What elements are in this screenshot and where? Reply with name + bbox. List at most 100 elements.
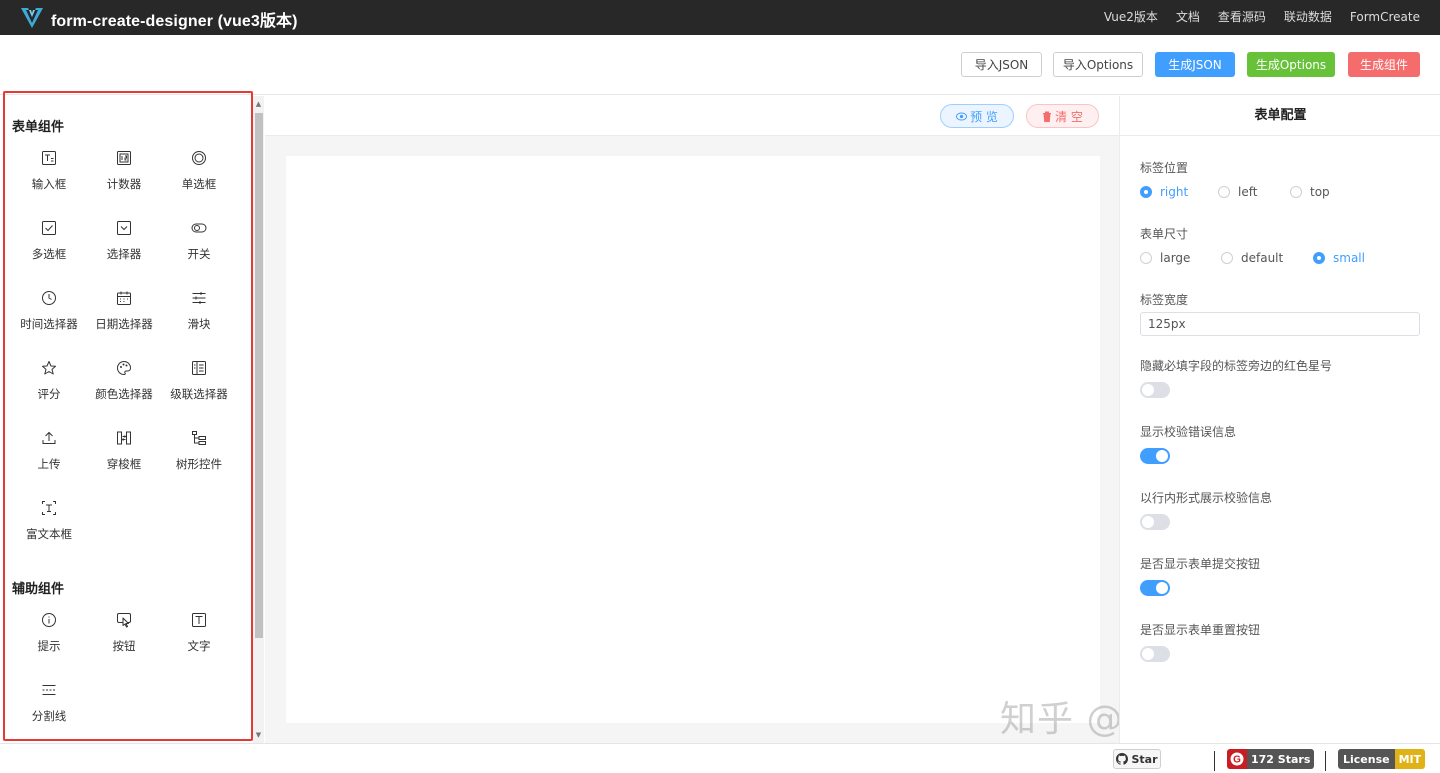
palette-item-label: 多选框: [31, 247, 67, 261]
clock-icon: [42, 291, 56, 305]
show-submit-button-switch[interactable]: [1140, 580, 1170, 596]
nav-view-source[interactable]: 查看源码: [1218, 0, 1266, 35]
nav-vue2-version[interactable]: Vue2版本: [1104, 0, 1158, 35]
palette-item-rate[interactable]: 评分: [11, 360, 87, 416]
radio-label: left: [1238, 185, 1258, 199]
palette-item-transfer[interactable]: 穿梭框: [86, 430, 162, 486]
cascader-icon: [192, 361, 206, 375]
license-value: MIT: [1394, 749, 1426, 769]
palette-item-counter[interactable]: 计数器: [86, 150, 162, 206]
switch-knob: [1156, 582, 1168, 594]
palette-item-label: 分割线: [31, 709, 67, 723]
license-badge[interactable]: License MIT: [1338, 749, 1426, 769]
stars-count-badge[interactable]: G 172 Stars: [1227, 749, 1315, 769]
inline-validation-message-label: 以行内形式展示校验信息: [1140, 491, 1273, 505]
label-position-radio-left[interactable]: left: [1218, 185, 1257, 199]
checkbox-icon: [42, 221, 56, 235]
palette-item-divider[interactable]: 分割线: [11, 682, 87, 738]
palette-item-checkbox[interactable]: 多选框: [11, 220, 87, 276]
palette-item-alert[interactable]: 提示: [11, 612, 87, 668]
palette-item-switch[interactable]: 开关: [161, 220, 237, 276]
palette-item-label: 选择器: [106, 247, 142, 261]
show-validation-error-label: 显示校验错误信息: [1140, 425, 1237, 439]
form-size-radio-default[interactable]: default: [1221, 251, 1283, 265]
footer-bar: Star G 172 Stars License MIT: [0, 743, 1440, 773]
palette-item-cascader[interactable]: 级联选择器: [161, 360, 237, 416]
app-title: form-create-designer (vue3版本): [51, 13, 298, 30]
top-bar: form-create-designer (vue3版本) Vue2版本 文档 …: [0, 0, 1440, 35]
label-position-radio-top[interactable]: top: [1290, 185, 1330, 199]
import-options-button[interactable]: 导入Options: [1053, 52, 1143, 77]
scroll-down-icon[interactable]: ▼: [253, 729, 264, 741]
palette-item-upload[interactable]: 上传: [11, 430, 87, 486]
nav-formcreate[interactable]: FormCreate: [1350, 0, 1420, 35]
hide-required-asterisk-switch[interactable]: [1140, 382, 1170, 398]
github-icon: [1116, 753, 1129, 765]
clear-label: 清 空: [1055, 109, 1083, 124]
button-icon: [117, 613, 131, 628]
nav-docs[interactable]: 文档: [1176, 0, 1200, 35]
input-icon: [42, 151, 56, 165]
show-reset-button-label: 是否显示表单重置按钮: [1140, 623, 1261, 637]
form-config-title: 表单配置: [1120, 96, 1440, 136]
counter-icon: [117, 151, 131, 165]
switch-knob: [1156, 450, 1168, 462]
nav-linkage-data[interactable]: 联动数据: [1284, 0, 1332, 35]
palette-item-time-picker[interactable]: 时间选择器: [11, 290, 87, 346]
design-area-header: 预 览 清 空: [265, 96, 1119, 136]
palette-item-button[interactable]: 按钮: [86, 612, 162, 668]
palette-item-rich-text[interactable]: 富文本框: [11, 500, 87, 556]
preview-label: 预 览: [970, 109, 998, 124]
form-size-radio-large[interactable]: large: [1140, 251, 1190, 265]
palette-scrollbar-thumb[interactable]: [255, 113, 263, 638]
palette-item-radio[interactable]: 单选框: [161, 150, 237, 206]
github-star-button[interactable]: Star: [1113, 749, 1161, 769]
generate-json-button[interactable]: 生成JSON: [1155, 52, 1235, 77]
show-validation-error-switch[interactable]: [1140, 448, 1170, 464]
top-nav: Vue2版本 文档 查看源码 联动数据 FormCreate: [1104, 0, 1440, 35]
clear-button[interactable]: 清 空: [1026, 104, 1099, 128]
upload-icon: [42, 431, 56, 444]
palette-item-tree[interactable]: 树形控件: [161, 430, 237, 486]
switch-knob: [1142, 516, 1154, 528]
show-reset-button-switch[interactable]: [1140, 646, 1170, 662]
palette-item-date-picker[interactable]: 日期选择器: [86, 290, 162, 346]
trash-icon: [1043, 111, 1052, 122]
palette-item-label: 时间选择器: [20, 317, 78, 331]
radio-icon: [192, 151, 206, 165]
star-label: Star: [1131, 752, 1158, 766]
palette-item-label: 级联选择器: [170, 387, 228, 401]
select-icon: [117, 221, 131, 235]
tree-icon: [192, 431, 206, 445]
palette-item-label: 计数器: [106, 177, 142, 191]
footer-separator: [1325, 751, 1326, 771]
scroll-up-icon[interactable]: ▲: [253, 98, 264, 110]
palette-item-color-picker[interactable]: 颜色选择器: [86, 360, 162, 416]
palette-icon: [117, 360, 132, 376]
vue-v-logo-icon[interactable]: [20, 7, 44, 29]
radio-label: top: [1310, 185, 1330, 199]
divider-icon: [42, 685, 56, 695]
design-area: 预 览 清 空: [265, 96, 1119, 743]
label-width-input[interactable]: 125px: [1140, 312, 1420, 336]
license-label: License: [1338, 749, 1395, 769]
palette-item-input[interactable]: 输入框: [11, 150, 87, 206]
preview-button[interactable]: 预 览: [940, 104, 1014, 128]
form-size-radio-small[interactable]: small: [1313, 251, 1365, 265]
import-json-button[interactable]: 导入JSON: [961, 52, 1042, 77]
palette-item-text[interactable]: 文字: [161, 612, 237, 668]
inline-validation-message-switch[interactable]: [1140, 514, 1170, 530]
generate-options-button[interactable]: 生成Options: [1247, 52, 1335, 77]
label-position-radio-right[interactable]: right: [1140, 185, 1188, 199]
form-canvas[interactable]: [286, 156, 1100, 723]
star-icon: [42, 361, 56, 375]
form-components-title: 表单组件: [12, 120, 65, 135]
radio-dot: [1290, 186, 1302, 198]
palette-item-slider[interactable]: 滑块: [161, 290, 237, 346]
palette-item-select[interactable]: 选择器: [86, 220, 162, 276]
palette-item-label: 穿梭框: [106, 457, 142, 471]
generate-component-button[interactable]: 生成组件: [1348, 52, 1420, 77]
footer-separator: [1214, 751, 1215, 771]
switch-knob: [1142, 648, 1154, 660]
palette-item-label: 评分: [37, 387, 61, 401]
